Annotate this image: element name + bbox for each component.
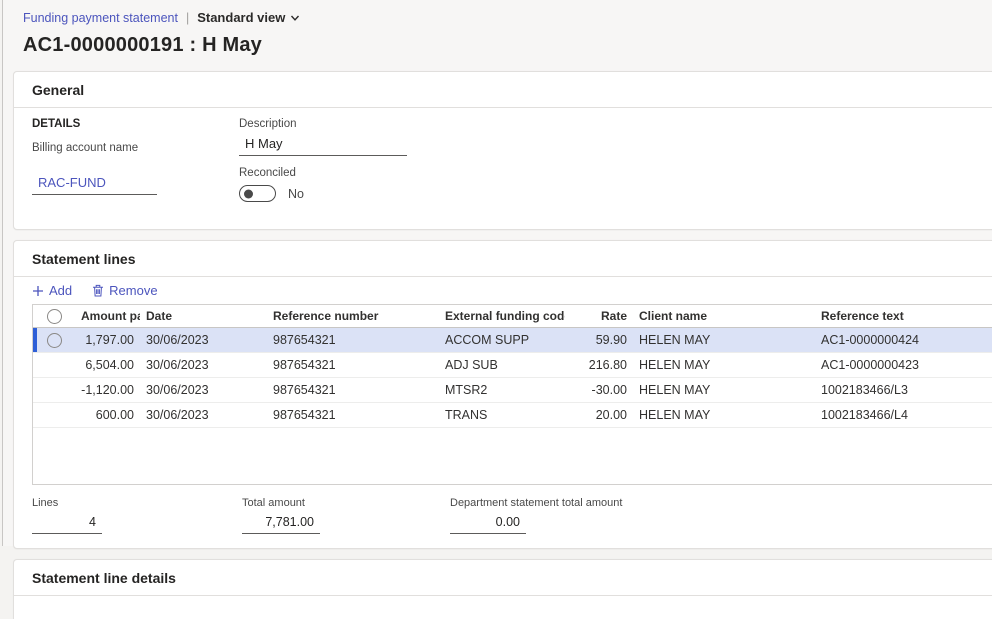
department-total-label: Department statement total amount	[450, 497, 623, 509]
cell-date[interactable]: 30/06/2023	[140, 408, 267, 422]
total-amount-field: 7,781.00	[242, 514, 320, 534]
description-field[interactable]: H May	[239, 134, 407, 156]
plus-icon	[33, 285, 43, 296]
cell-amount-paid[interactable]: -1,120.00	[75, 383, 140, 397]
statement-lines-totals: Lines 4 Total amount 7,781.00 Department…	[14, 485, 992, 548]
add-button[interactable]: Add	[32, 283, 72, 298]
cell-amount-paid[interactable]: 1,797.00	[75, 333, 140, 347]
cell-amount-paid[interactable]: 6,504.00	[75, 358, 140, 372]
cell-reference-number[interactable]: 987654321	[267, 358, 439, 372]
breadcrumb: Funding payment statement | Standard vie…	[3, 0, 992, 25]
lines-count-field: 4	[32, 514, 102, 534]
statement-lines-grid: Amount paid Date Reference number Extern…	[32, 304, 992, 485]
reconciled-toggle-state: No	[288, 186, 304, 201]
grid-row[interactable]: 600.00 30/06/2023 987654321 TRANS 20.00 HELEN…	[33, 403, 992, 428]
view-selector[interactable]: Standard view	[197, 10, 300, 25]
breadcrumb-link-funding-payment-statement[interactable]: Funding payment statement	[23, 11, 178, 25]
grid-row[interactable]: -1,120.00 30/06/2023 987654321 MTSR2 -30.00 H…	[33, 378, 992, 403]
general-section-body: DETAILS Billing account name RAC-FUND De…	[14, 108, 992, 229]
cell-rate[interactable]: -30.00	[565, 383, 633, 397]
cell-reference-text[interactable]: 1002183466/L4	[815, 408, 992, 422]
cell-reference-text[interactable]: AC1-0000000423	[815, 358, 992, 372]
column-header-reference-number[interactable]: Reference number	[267, 309, 439, 323]
grid-row[interactable]: 1,797.00 30/06/2023 987654321 ACCOM SUPP 59.…	[33, 328, 992, 353]
column-header-client-name[interactable]: Client name	[633, 309, 815, 323]
general-section: General DETAILS Billing account name RAC…	[13, 71, 992, 230]
funding-payment-statement-page: Funding payment statement | Standard vie…	[2, 0, 992, 619]
cell-date[interactable]: 30/06/2023	[140, 358, 267, 372]
cell-date[interactable]: 30/06/2023	[140, 333, 267, 347]
cell-client-name[interactable]: HELEN MAY	[633, 383, 815, 397]
statement-line-details-section: Statement line details	[13, 559, 992, 619]
details-group-label: DETAILS	[32, 118, 81, 130]
lines-count-label: Lines	[32, 497, 59, 509]
reconciled-toggle[interactable]	[239, 185, 276, 202]
trash-icon	[93, 284, 104, 297]
remove-button[interactable]: Remove	[92, 283, 158, 298]
statement-lines-section: Statement lines Add Remove Amount pai	[13, 240, 992, 549]
cell-external-funding-code[interactable]: ACCOM SUPP	[439, 333, 565, 347]
grid-header-row: Amount paid Date Reference number Extern…	[33, 305, 992, 328]
statement-lines-toolbar: Add Remove	[14, 277, 992, 304]
view-selector-label: Standard view	[197, 10, 286, 25]
cell-rate[interactable]: 216.80	[565, 358, 633, 372]
select-all-radio-icon[interactable]	[46, 308, 62, 324]
cell-rate[interactable]: 20.00	[565, 408, 633, 422]
cell-date[interactable]: 30/06/2023	[140, 383, 267, 397]
description-label: Description	[239, 118, 297, 130]
cell-reference-number[interactable]: 987654321	[267, 408, 439, 422]
column-header-reference-text[interactable]: Reference text	[815, 309, 992, 323]
cell-reference-number[interactable]: 987654321	[267, 333, 439, 347]
cell-reference-text[interactable]: AC1-0000000424	[815, 333, 992, 347]
cell-client-name[interactable]: HELEN MAY	[633, 408, 815, 422]
general-section-header[interactable]: General	[14, 72, 992, 108]
chevron-down-icon	[291, 15, 300, 21]
column-header-date[interactable]: Date	[140, 309, 267, 323]
select-all-cell[interactable]	[33, 308, 75, 324]
cell-reference-number[interactable]: 987654321	[267, 383, 439, 397]
cell-client-name[interactable]: HELEN MAY	[633, 358, 815, 372]
breadcrumb-separator: |	[185, 10, 190, 25]
grid-body: 1,797.00 30/06/2023 987654321 ACCOM SUPP 59.…	[33, 328, 992, 428]
row-select-cell[interactable]	[33, 332, 75, 348]
reconciled-label: Reconciled	[239, 167, 296, 179]
column-header-rate[interactable]: Rate	[565, 309, 633, 323]
column-header-external-funding-code[interactable]: External funding code	[439, 309, 565, 323]
cell-rate[interactable]: 59.90	[565, 333, 633, 347]
cell-reference-text[interactable]: 1002183466/L3	[815, 383, 992, 397]
remove-button-label: Remove	[109, 283, 158, 298]
add-button-label: Add	[49, 283, 73, 298]
statement-lines-section-header[interactable]: Statement lines	[14, 241, 992, 277]
cell-amount-paid[interactable]: 600.00	[75, 408, 140, 422]
column-header-amount-paid[interactable]: Amount paid	[75, 309, 140, 323]
billing-account-name-field[interactable]: RAC-FUND	[32, 173, 157, 195]
grid-row[interactable]: 6,504.00 30/06/2023 987654321 ADJ SUB 216.80…	[33, 353, 992, 378]
cell-external-funding-code[interactable]: TRANS	[439, 408, 565, 422]
department-total-field: 0.00	[450, 514, 526, 534]
row-radio-icon[interactable]	[46, 332, 62, 348]
page-title: AC1-0000000191 : H May	[23, 34, 262, 56]
cell-external-funding-code[interactable]: MTSR2	[439, 383, 565, 397]
billing-account-name-label: Billing account name	[32, 142, 139, 154]
cell-external-funding-code[interactable]: ADJ SUB	[439, 358, 565, 372]
toggle-knob	[244, 189, 253, 198]
cell-client-name[interactable]: HELEN MAY	[633, 333, 815, 347]
total-amount-label: Total amount	[242, 497, 305, 509]
statement-line-details-header[interactable]: Statement line details	[14, 560, 992, 596]
